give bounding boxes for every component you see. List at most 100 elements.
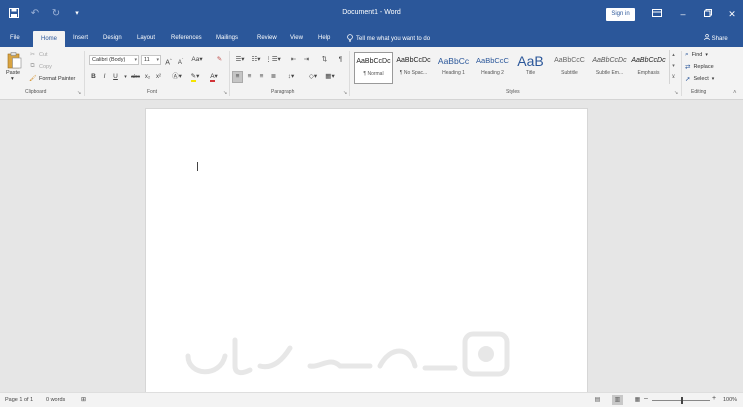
clipboard-launcher-icon[interactable]: ↘ [77,90,81,96]
bold-button[interactable]: B [89,72,98,82]
scroll-down-icon[interactable]: ▾ [670,61,677,72]
dropdown-arrow-icon[interactable]: ▾ [121,72,130,82]
ribbon-tabs: File Home Insert Design Layout Reference… [0,30,743,47]
bullets-icon[interactable]: ☰▾ [233,55,247,65]
superscript-button[interactable]: x² [154,72,163,82]
tab-layout[interactable]: Layout [137,33,155,44]
underline-button[interactable]: U [111,72,120,82]
tab-help[interactable]: Help [318,33,330,44]
style-emphasis[interactable]: AaBbCcDc Emphasis [629,52,668,84]
person-icon [704,34,712,42]
restore-icon[interactable] [700,7,716,21]
increase-indent-icon[interactable]: ⇥ [302,55,311,65]
chevron-down-icon: ▾ [134,57,137,63]
multilevel-list-icon[interactable]: ⋮☰▾ [265,55,281,65]
styles-scrollbar[interactable]: ▴ ▾ ⊻ [669,50,677,84]
zoom-slider-thumb[interactable] [681,397,683,404]
font-color-icon[interactable]: A▾ [206,72,222,82]
numbering-icon[interactable]: ☷▾ [249,55,263,65]
shading-icon[interactable]: ◇▾ [306,72,320,82]
tab-insert[interactable]: Insert [73,33,88,44]
scissors-icon: ✂ [29,52,36,58]
web-layout-icon[interactable]: ▦ [632,395,643,405]
watermark-logo [185,331,510,377]
zoom-out-icon[interactable]: – [644,395,648,402]
style-subtle-emphasis[interactable]: AaBbCcDc Subtle Em... [590,52,629,84]
style-no-spacing[interactable]: AaBbCcDc ¶ No Spac... [394,52,433,84]
grow-font-icon[interactable]: A^ [164,55,173,66]
copy-icon: ⧉ [30,63,35,69]
title-bar: ↶ ↻ ▾ Document1 - Word Sign in – ✕ [0,0,743,30]
read-mode-icon[interactable]: ▤ [592,395,603,405]
page-count[interactable]: Page 1 of 1 [5,397,33,403]
tab-references[interactable]: References [171,33,202,44]
replace-button[interactable]: ⇄ Replace [685,63,714,71]
paragraph-group-label: Paragraph [271,89,295,95]
print-layout-icon[interactable]: ▥ [612,395,623,405]
proofing-icon[interactable]: ⊞ [81,396,86,403]
borders-icon[interactable]: ▦▾ [323,72,337,82]
close-icon[interactable]: ✕ [724,7,740,21]
styles-launcher-icon[interactable]: ↘ [674,90,678,96]
style-heading-1[interactable]: AaBbCc Heading 1 [434,52,473,84]
styles-group-label: Styles [506,89,520,95]
lightbulb-icon [347,34,353,44]
change-case-icon[interactable]: Aa▾ [190,55,204,65]
tab-review[interactable]: Review [257,33,277,44]
minimize-icon[interactable]: – [675,7,691,21]
highlight-color-icon[interactable]: ✎▾ [187,72,203,82]
search-icon: ⌕ [685,51,689,58]
tab-view[interactable]: View [290,33,303,44]
font-group-label: Font [147,89,158,95]
line-spacing-icon[interactable]: ↕▾ [284,72,298,82]
scroll-up-icon[interactable]: ▴ [670,50,677,61]
style-heading-2[interactable]: AaBbCcC Heading 2 [473,52,512,84]
tab-design[interactable]: Design [103,33,122,44]
subscript-button[interactable]: x₂ [143,72,152,82]
justify-icon[interactable]: ≣ [269,72,278,82]
replace-icon: ⇄ [685,64,691,71]
style-title[interactable]: AaB Title [511,52,550,84]
decrease-indent-icon[interactable]: ⇤ [289,55,298,65]
cut-button[interactable]: ✂ Cut [29,51,48,59]
tell-me-search[interactable]: Tell me what you want to do [347,34,430,44]
show-formatting-marks-icon[interactable]: ¶ [336,55,345,65]
align-center-icon[interactable]: ≡ [245,72,254,82]
font-launcher-icon[interactable]: ↘ [223,90,227,96]
text-cursor [197,162,198,171]
copy-button[interactable]: ⧉ Copy [29,63,52,70]
text-effects-icon[interactable]: Ⓐ▾ [170,72,184,82]
align-right-icon[interactable]: ≡ [257,72,266,82]
zoom-in-icon[interactable]: + [712,395,716,402]
tab-mailings[interactable]: Mailings [216,33,238,44]
more-styles-icon[interactable]: ⊻ [670,72,677,83]
sort-icon[interactable]: ⇅ [320,55,329,65]
italic-button[interactable]: I [100,72,109,82]
font-name-box[interactable]: Calibri (Body) ▾ [89,55,139,65]
zoom-level[interactable]: 100% [723,397,737,403]
paste-button[interactable]: Paste ▾ [6,70,20,82]
word-count[interactable]: 0 words [46,397,65,403]
find-button[interactable]: ⌕ Find ▾ [685,51,708,59]
ribbon-display-options-icon[interactable] [649,7,665,21]
group-divider [84,51,85,96]
group-divider [229,51,230,96]
paragraph-launcher-icon[interactable]: ↘ [343,90,347,96]
select-button[interactable]: ➚ Select ▾ [685,75,714,83]
clear-formatting-icon[interactable]: ✎ [215,55,224,65]
align-left-icon[interactable]: ≡ [232,71,243,83]
collapse-ribbon-icon[interactable]: ˄ [733,90,737,96]
group-divider [349,51,350,96]
tab-file[interactable]: File [10,33,20,44]
shrink-font-icon[interactable]: Aˇ [176,55,185,66]
cursor-icon: ➚ [685,76,691,83]
tab-home[interactable]: Home [33,31,66,47]
font-size-box[interactable]: 11 ▾ [141,55,161,65]
strikethrough-button[interactable]: abc [130,72,141,82]
sign-in-button[interactable]: Sign in [606,8,635,21]
share-button[interactable]: Share [704,34,728,42]
style-subtitle[interactable]: AaBbCcC Subtitle [550,52,589,84]
style-normal[interactable]: AaBbCcDc ¶ Normal [354,52,393,84]
paste-icon[interactable] [7,51,22,69]
format-painter-button[interactable]: 🖌 Format Painter [29,75,75,83]
